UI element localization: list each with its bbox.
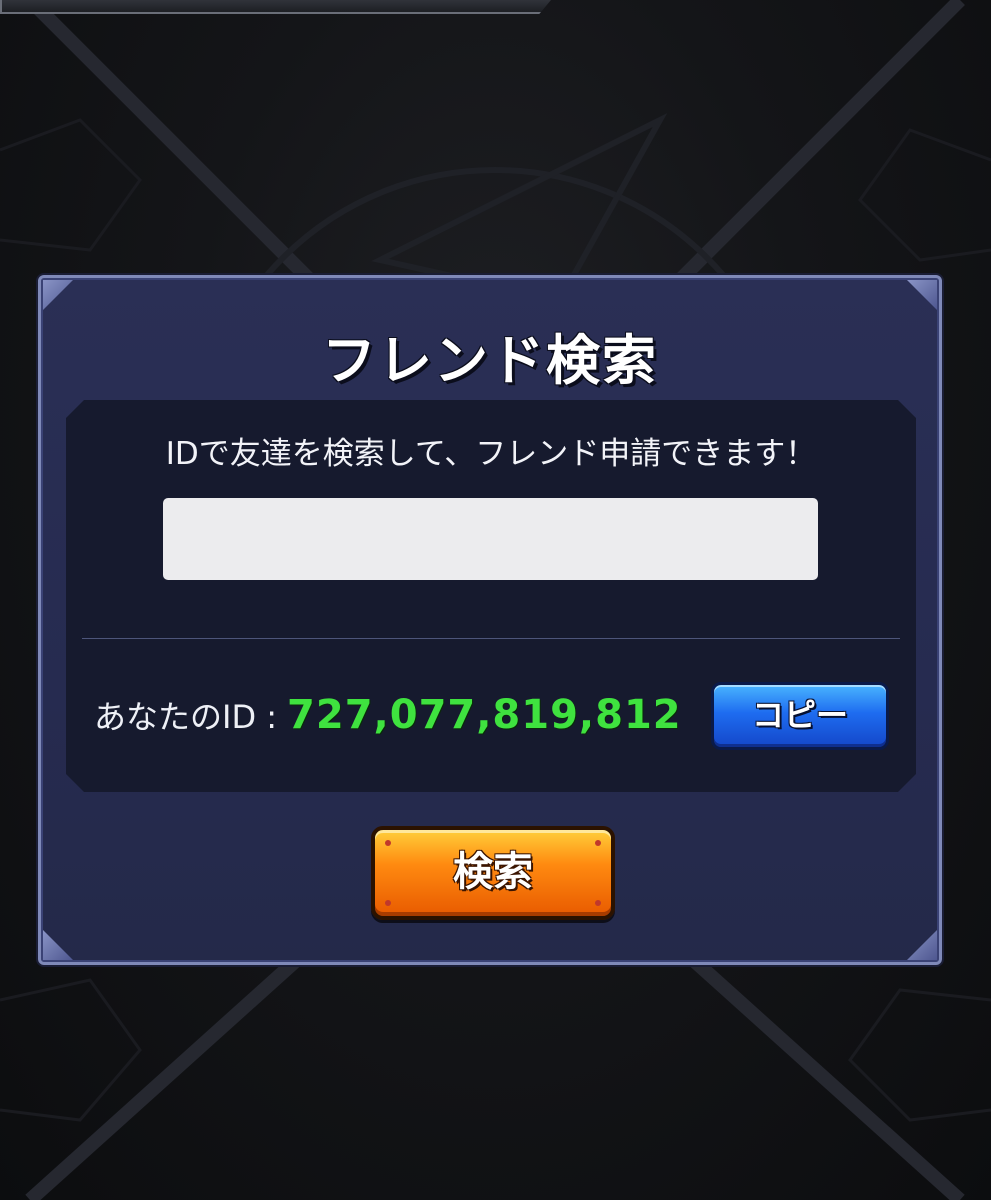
instruction-text: IDで友達を検索して、フレンド申請できます！ <box>165 436 817 472</box>
copy-id-button[interactable]: コピー <box>711 682 889 750</box>
dialog-corner-ornament <box>43 280 73 310</box>
dialog-corner-ornament <box>907 280 937 310</box>
button-rivet <box>385 840 391 846</box>
button-rivet <box>595 840 601 846</box>
search-button-label: 検索 <box>453 849 533 895</box>
divider <box>82 638 900 639</box>
button-rivet <box>595 900 601 906</box>
button-rivet <box>385 900 391 906</box>
your-id-value: 727,077,819,812 <box>287 692 682 738</box>
friend-id-input[interactable] <box>163 498 818 580</box>
search-panel: IDで友達を検索して、フレンド申請できます！ あなたのID : 727,077,… <box>66 400 916 792</box>
dialog-corner-ornament <box>907 930 937 960</box>
your-id-label: あなたのID : <box>94 698 278 736</box>
dialog-title: フレンド検索 <box>322 329 658 392</box>
friend-search-dialog: フレンド検索 IDで友達を検索して、フレンド申請できます！ あなたのID : 7… <box>38 275 942 965</box>
search-button[interactable]: 検索 <box>371 826 615 920</box>
top-header-tab <box>0 0 556 14</box>
your-id-row: あなたのID : 727,077,819,812 <box>94 690 682 740</box>
dialog-corner-ornament <box>43 930 73 960</box>
